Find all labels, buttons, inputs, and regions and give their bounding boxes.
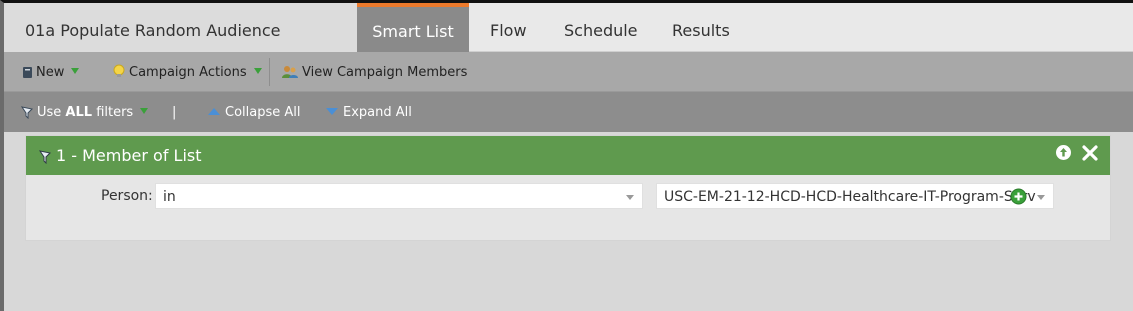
collapse-all-label: Collapse All bbox=[225, 105, 301, 120]
chevron-down-icon bbox=[253, 68, 262, 74]
campaign-actions-button[interactable]: Campaign Actions bbox=[112, 52, 262, 92]
tab-flow[interactable]: Flow bbox=[490, 3, 527, 52]
new-button-label: New bbox=[36, 65, 65, 80]
toolbar-divider bbox=[269, 58, 270, 86]
triangle-down-icon bbox=[326, 108, 338, 115]
chevron-down-icon bbox=[71, 68, 80, 74]
use-filters-suffix: filters bbox=[92, 105, 134, 120]
filter-title: 1 - Member of List bbox=[56, 146, 202, 165]
list-select[interactable]: USC-EM-21-12-HCD-HCD-Healthcare-IT-Progr… bbox=[656, 183, 1054, 209]
document-icon bbox=[22, 55, 33, 96]
list-value: USC-EM-21-12-HCD-HCD-Healthcare-IT-Progr… bbox=[664, 189, 1036, 205]
chevron-down-icon bbox=[1037, 195, 1045, 200]
toolbar-pipe-separator: | bbox=[172, 105, 177, 120]
plus-circle-icon[interactable] bbox=[1010, 188, 1027, 214]
app-frame: 01a Populate Random Audience (10,000+) S… bbox=[0, 0, 1133, 311]
funnel-icon bbox=[20, 95, 34, 136]
expand-all-button[interactable]: Expand All bbox=[326, 92, 412, 132]
tab-bar: 01a Populate Random Audience (10,000+) S… bbox=[4, 3, 1133, 95]
use-filters-bold: ALL bbox=[65, 105, 93, 120]
lightbulb-icon bbox=[112, 55, 126, 96]
person-field-label: Person: bbox=[101, 188, 153, 204]
filter-toolbar: Use ALL filters | Collapse All Expand Al… bbox=[4, 92, 1133, 132]
campaign-actions-label: Campaign Actions bbox=[129, 65, 247, 80]
view-campaign-members-label: View Campaign Members bbox=[302, 65, 468, 80]
operator-select[interactable]: in bbox=[155, 183, 643, 209]
filter-card: 1 - Member of List Person: in USC-EM-21-… bbox=[25, 135, 1111, 241]
triangle-up-icon bbox=[208, 108, 220, 115]
use-filters-prefix: Use bbox=[37, 105, 66, 120]
program-title-tab[interactable]: 01a Populate Random Audience (10,000+) bbox=[4, 3, 357, 95]
chevron-down-icon bbox=[626, 195, 634, 200]
chevron-down-icon bbox=[140, 108, 149, 114]
operator-value: in bbox=[163, 189, 176, 205]
use-all-filters-dropdown[interactable]: Use ALL filters bbox=[20, 92, 149, 132]
tab-smart-list[interactable]: Smart List bbox=[357, 3, 469, 52]
tab-schedule[interactable]: Schedule bbox=[564, 3, 638, 52]
people-icon bbox=[281, 55, 299, 96]
expand-all-label: Expand All bbox=[343, 105, 412, 120]
arrow-up-circle-icon[interactable] bbox=[1055, 136, 1072, 176]
close-icon[interactable] bbox=[1082, 136, 1098, 176]
view-campaign-members-button[interactable]: View Campaign Members bbox=[281, 52, 467, 92]
main-toolbar: New Campaign Actions View Campaign Membe… bbox=[4, 52, 1133, 92]
smart-list-canvas: 1 - Member of List Person: in USC-EM-21-… bbox=[4, 132, 1133, 311]
filter-header[interactable]: 1 - Member of List bbox=[26, 136, 1110, 175]
funnel-icon bbox=[38, 139, 52, 179]
new-button[interactable]: New bbox=[22, 52, 80, 92]
filter-header-actions bbox=[1055, 136, 1098, 175]
collapse-all-button[interactable]: Collapse All bbox=[208, 92, 301, 132]
tab-results[interactable]: Results bbox=[672, 3, 730, 52]
